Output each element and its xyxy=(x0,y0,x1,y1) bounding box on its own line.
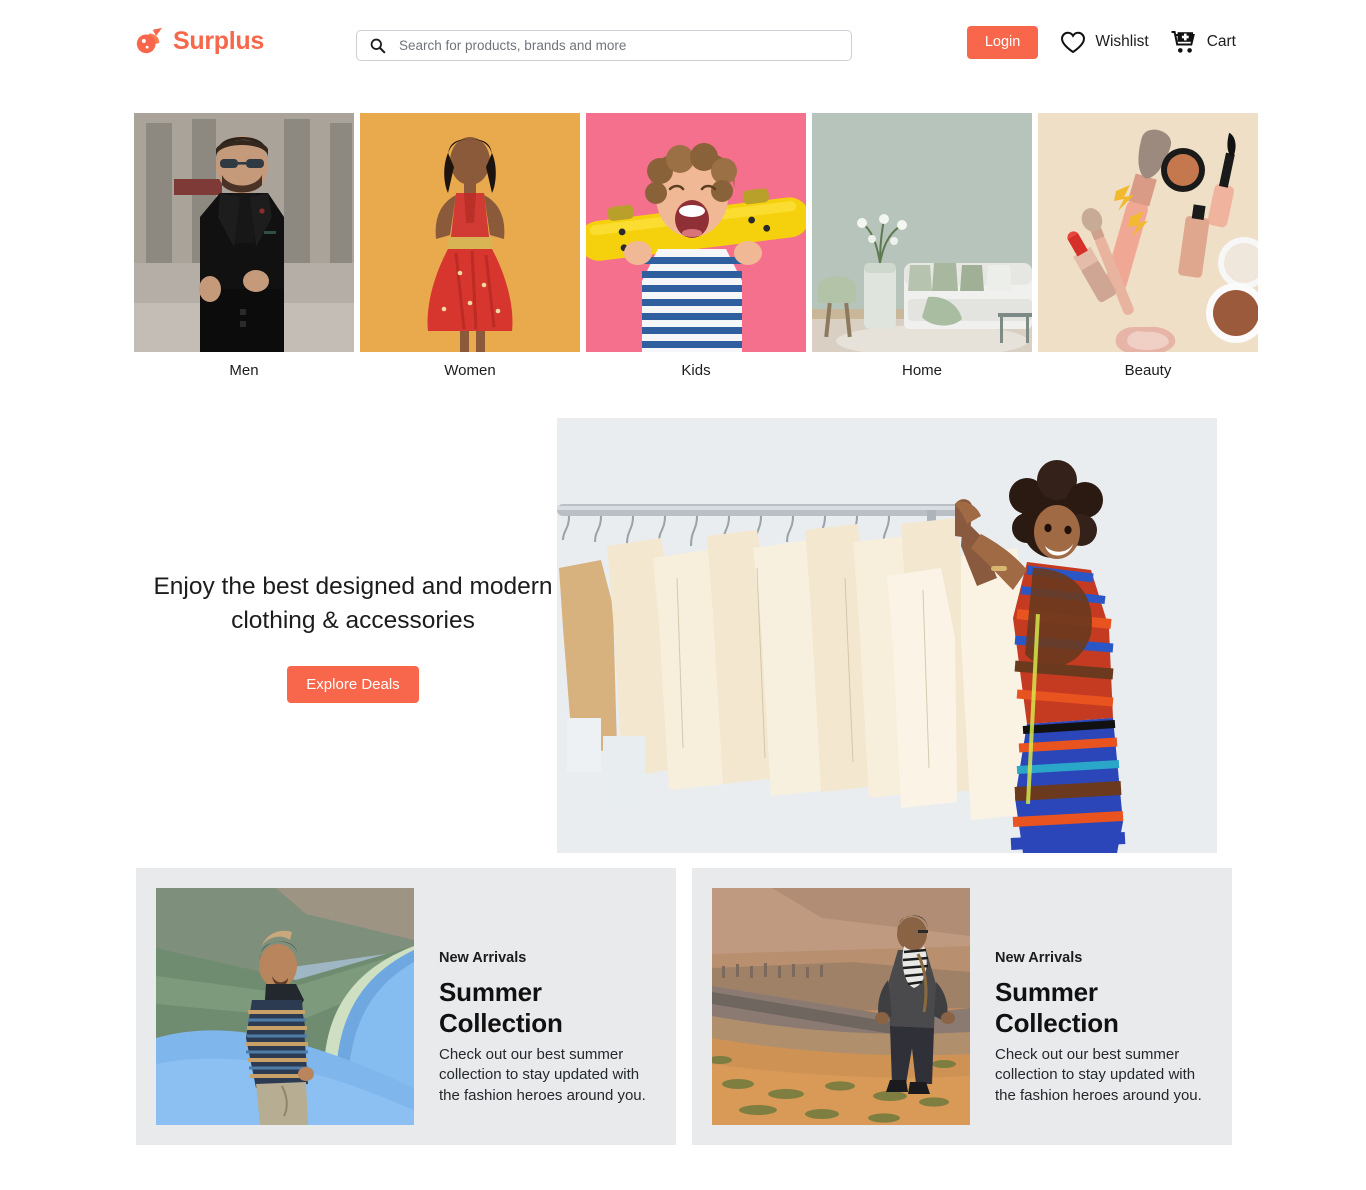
login-button[interactable]: Login xyxy=(966,26,1039,59)
cart-label: Cart xyxy=(1206,33,1236,51)
search-bar[interactable] xyxy=(356,30,852,61)
promo-card[interactable]: New Arrivals Summer Collection Check out… xyxy=(136,868,676,1145)
category-label-home: Home xyxy=(901,362,942,379)
promo-description: Check out our best summer collection to … xyxy=(439,1046,646,1104)
category-image-women xyxy=(360,113,580,352)
promo-description: Check out our best summer collection to … xyxy=(995,1046,1202,1104)
category-image-kids xyxy=(586,113,806,352)
category-image-home-wrap[interactable]: Home xyxy=(812,113,1032,379)
category-label-beauty: Beauty xyxy=(1124,362,1172,379)
cart-link[interactable]: Cart xyxy=(1171,30,1236,54)
site-header: Surplus Login Wishlist xyxy=(0,0,1366,90)
promo-eyebrow: New Arrivals xyxy=(995,950,1083,966)
hero-section: Enjoy the best designed and modern cloth… xyxy=(134,418,1232,853)
wishlist-label: Wishlist xyxy=(1095,33,1149,51)
promo-image-desert xyxy=(712,888,970,1125)
promo-eyebrow: New Arrivals xyxy=(439,950,527,966)
brand-logo[interactable]: Surplus xyxy=(134,26,264,56)
category-item-women[interactable]: Women xyxy=(360,113,580,379)
category-image-beauty xyxy=(1038,113,1258,352)
category-label-men: Men xyxy=(229,362,259,379)
category-strip: Men Women Kids Home Beauty xyxy=(134,113,1258,379)
wishlist-link[interactable]: Wishlist xyxy=(1060,31,1149,54)
category-label-kids: Kids xyxy=(681,362,711,379)
page-root: Surplus Login Wishlist xyxy=(0,0,1366,1190)
header-actions: Login Wishlist Cart xyxy=(966,26,1236,59)
promo-card[interactable]: New Arrivals Summer Collection Check out… xyxy=(692,868,1232,1145)
category-image-men xyxy=(134,113,354,352)
search-input[interactable] xyxy=(399,32,829,59)
hero-image xyxy=(557,418,1217,853)
brand-name: Surplus xyxy=(173,26,264,55)
category-image-home xyxy=(812,113,1032,352)
promo-image-lake xyxy=(156,888,414,1125)
comet-icon xyxy=(136,27,163,54)
search-icon xyxy=(370,38,386,54)
hero-copy: Enjoy the best designed and modern cloth… xyxy=(148,570,558,703)
promo-text: New Arrivals Summer Collection Check out… xyxy=(414,888,649,1106)
promo-title: Summer Collection xyxy=(439,977,563,1038)
category-label-women: Women xyxy=(444,362,496,379)
promo-text: New Arrivals Summer Collection Check out… xyxy=(970,888,1205,1106)
hero-title: Enjoy the best designed and modern cloth… xyxy=(153,573,553,634)
cart-plus-icon xyxy=(1171,31,1195,53)
category-item-men[interactable]: Men xyxy=(134,113,354,379)
heart-icon xyxy=(1061,31,1086,53)
promo-title: Summer Collection xyxy=(995,977,1119,1038)
explore-deals-button[interactable]: Explore Deals xyxy=(287,665,419,703)
category-item-kids[interactable]: Kids xyxy=(586,113,806,379)
category-item-beauty[interactable]: Beauty xyxy=(1038,113,1258,379)
promo-card-list: New Arrivals Summer Collection Check out… xyxy=(136,868,1232,1145)
